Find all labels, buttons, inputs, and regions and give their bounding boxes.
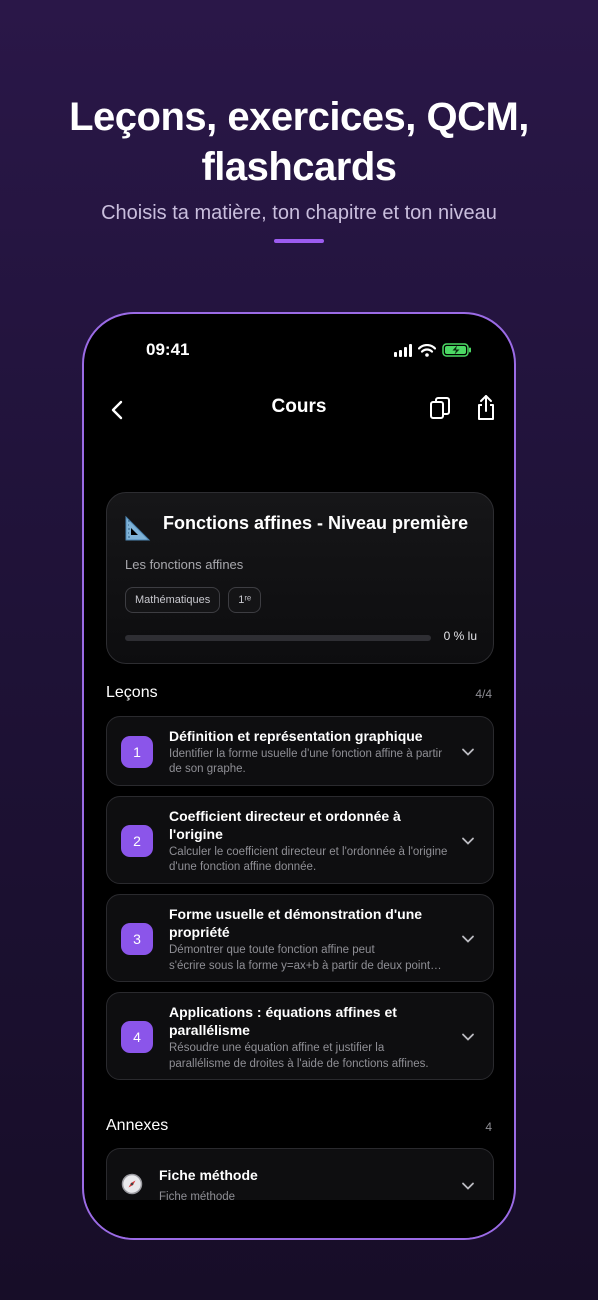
lesson-item[interactable]: 2 Coefficient directeur et ordonnée à l'… <box>106 796 494 884</box>
lesson-title: Applications : équations affines et para… <box>169 1004 397 1038</box>
back-chevron-icon[interactable] <box>106 398 130 422</box>
lesson-description: Calculer le coefficient directeur et l'o… <box>169 846 448 873</box>
battery-charging-icon <box>442 343 471 357</box>
phone-frame: 09:41 Cours Fonctions affines - Niveau p… <box>82 312 516 1240</box>
lesson-number-badge: 2 <box>121 825 153 857</box>
hero-accent-bar <box>274 239 324 243</box>
lesson-number-badge: 4 <box>121 1021 153 1053</box>
chevron-down-icon[interactable] <box>461 1179 475 1193</box>
hero: Leçons, exercices, QCM, flashcards Chois… <box>0 92 598 243</box>
chevron-down-icon[interactable] <box>461 834 475 848</box>
lessons-section-title: Leçons <box>106 684 158 701</box>
cellular-signal-icon <box>394 343 412 357</box>
lesson-title: Coefficient directeur et ordonnée à l'or… <box>169 808 401 842</box>
course-title: Fonctions affines - Niveau première <box>163 513 469 533</box>
chevron-down-icon[interactable] <box>461 1030 475 1044</box>
compass-icon <box>121 1173 143 1195</box>
chevron-down-icon[interactable] <box>461 745 475 759</box>
status-icons <box>394 343 472 357</box>
course-summary-card: Fonctions affines - Niveau première Les … <box>106 492 494 664</box>
lesson-description-line-2: s'écrire sous la forme y=ax+b à partir d… <box>169 960 445 972</box>
lesson-description: Identifier la forme usuelle d'une foncti… <box>169 748 443 775</box>
top-navigation: Cours <box>84 390 514 430</box>
lesson-description: Démontrer que toute fonction affine peut <box>169 944 375 956</box>
lesson-item[interactable]: 4 Applications : équations affines et pa… <box>106 992 494 1080</box>
share-icon[interactable] <box>474 394 498 422</box>
chevron-down-icon[interactable] <box>461 932 475 946</box>
lesson-item[interactable]: 1 Définition et représentation graphique… <box>106 716 494 786</box>
hero-title: Leçons, exercices, QCM, flashcards <box>69 95 529 189</box>
annexes-count: 4 <box>485 1120 492 1134</box>
reading-progress-label: 0 % lu <box>443 629 477 643</box>
lesson-title: Forme usuelle et démonstration d'une pro… <box>169 906 423 940</box>
wifi-icon <box>418 343 436 357</box>
lesson-description: Résoudre une équation affine et justifie… <box>169 1042 385 1054</box>
subject-tag: Mathématiques <box>125 587 221 613</box>
lesson-item[interactable]: 3 Forme usuelle et démonstration d'une p… <box>106 894 494 982</box>
course-tags: Mathématiques 1ʳᵉ <box>125 587 262 613</box>
lessons-count: 4/4 <box>475 687 492 701</box>
level-tag: 1ʳᵉ <box>228 587 262 613</box>
annex-title: Fiche méthode <box>159 1167 258 1183</box>
lesson-number-badge: 3 <box>121 923 153 955</box>
phone-screen: 09:41 Cours Fonctions affines - Niveau p… <box>84 314 514 1238</box>
bottom-fade <box>84 1200 514 1238</box>
lesson-description-line-2: parallélisme de droites à l'aide de fonc… <box>169 1058 429 1070</box>
annexes-section-title: Annexes <box>106 1117 169 1134</box>
set-square-icon <box>125 515 151 541</box>
hero-subtitle: Choisis ta matière, ton chapitre et ton … <box>101 202 497 224</box>
course-subtitle: Les fonctions affines <box>125 557 244 572</box>
status-time: 09:41 <box>146 340 190 359</box>
status-bar: 09:41 <box>84 340 514 364</box>
lesson-number-badge: 1 <box>121 736 153 768</box>
copy-icon[interactable] <box>428 396 452 422</box>
reading-progress-bar <box>125 635 431 641</box>
lesson-title: Définition et représentation graphique <box>169 728 423 744</box>
